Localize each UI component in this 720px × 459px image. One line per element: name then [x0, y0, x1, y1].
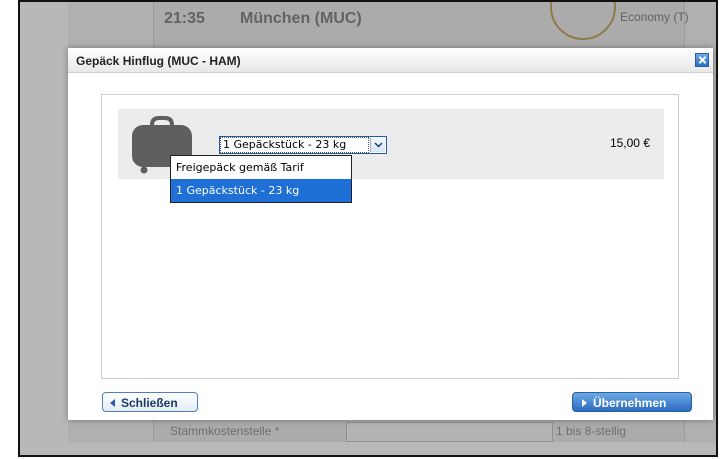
dropdown-option-freigepaeck[interactable]: Freigepäck gemäß Tarif [171, 156, 351, 179]
arrow-right-icon [582, 399, 587, 407]
dialog-titlebar: Gepäck Hinflug (MUC - HAM) [68, 48, 713, 73]
close-button-label: Schließen [121, 396, 178, 410]
close-icon[interactable] [695, 53, 709, 67]
baggage-price: 15,00 € [609, 136, 650, 150]
chevron-down-icon[interactable] [370, 138, 385, 152]
dialog-content: 1 Gepäckstück - 23 kg 15,00 € [101, 94, 679, 379]
dialog-title: Gepäck Hinflug (MUC - HAM) [76, 54, 241, 68]
screenshot-frame: 21:35 München (MUC) Economy (T) dies Sta… [18, 0, 718, 457]
accept-button-label: Übernehmen [593, 396, 667, 410]
baggage-select-value: 1 Gepäckstück - 23 kg [223, 138, 347, 151]
background-side-text: dies [716, 368, 718, 380]
baggage-dropdown-list: Freigepäck gemäß Tarif 1 Gepäckstück - 2… [170, 155, 352, 203]
arrow-left-icon [110, 399, 115, 407]
baggage-dialog: Gepäck Hinflug (MUC - HAM) 1 Gepäckstück… [68, 48, 713, 420]
accept-button[interactable]: Übernehmen [572, 392, 692, 412]
close-button[interactable]: Schließen [102, 392, 198, 412]
baggage-select[interactable]: 1 Gepäckstück - 23 kg [219, 136, 387, 154]
dropdown-option-1-gepaeckstueck[interactable]: 1 Gepäckstück - 23 kg [171, 179, 351, 202]
